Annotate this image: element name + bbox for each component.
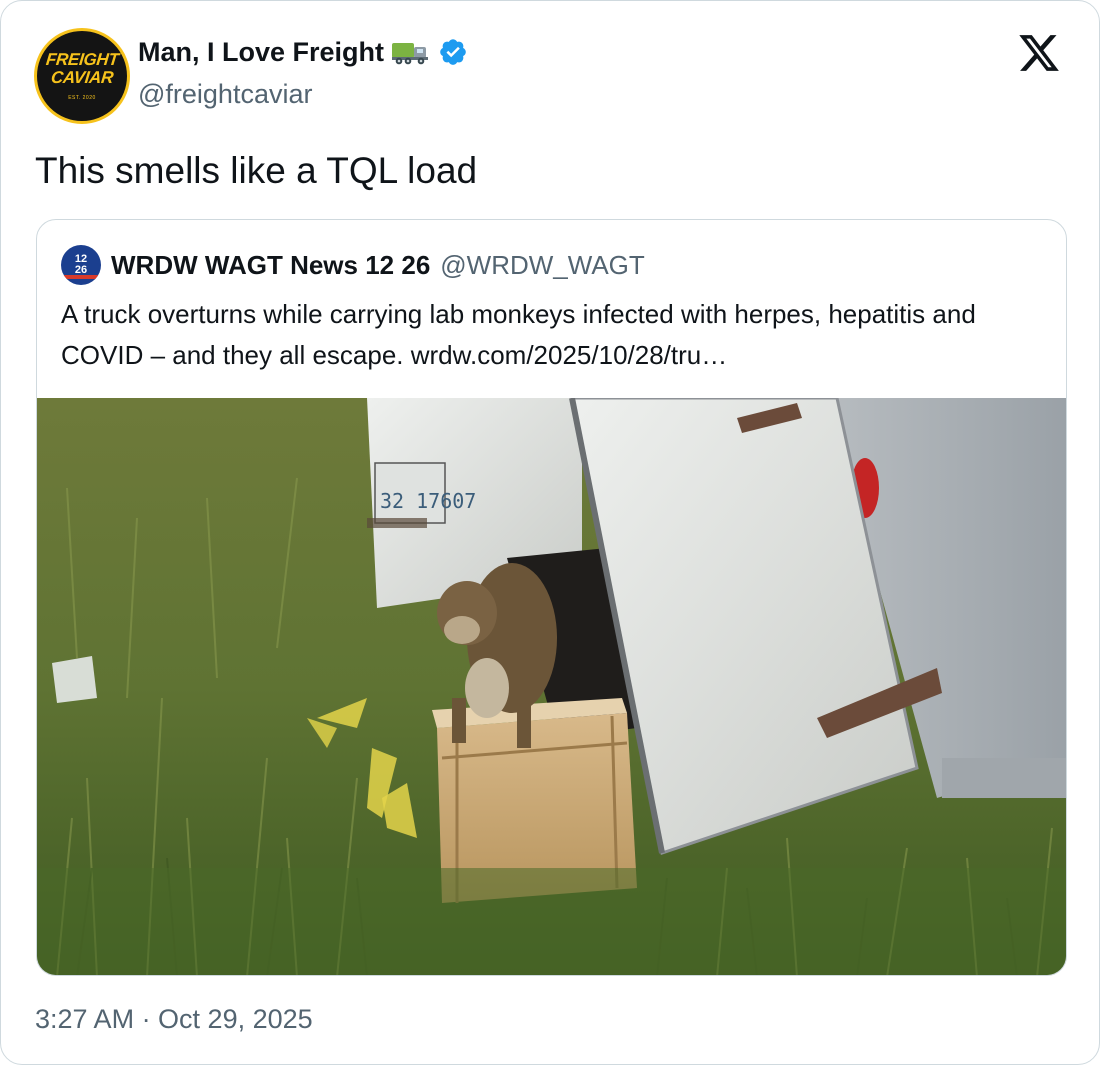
quoted-tweet-card[interactable]: 12 26 WRDW WAGT News 12 26 @WRDW_WAGT A … bbox=[36, 219, 1067, 976]
author-avatar[interactable]: FREIGHT CAVIAR EST. 2020 bbox=[34, 28, 130, 124]
quoted-tweet-photo[interactable]: 32 17607 bbox=[37, 398, 1067, 976]
avatar-logo-est: EST. 2020 bbox=[68, 95, 96, 101]
quoted-tweet-header: 12 26 WRDW WAGT News 12 26 @WRDW_WAGT bbox=[61, 245, 645, 285]
author-handle[interactable]: @freightcaviar bbox=[138, 79, 312, 110]
quoted-author-handle[interactable]: @WRDW_WAGT bbox=[440, 250, 645, 281]
quoted-avatar-stripe bbox=[61, 275, 101, 279]
truck-icon bbox=[392, 43, 429, 65]
quoted-author-avatar[interactable]: 12 26 bbox=[61, 245, 101, 285]
quoted-tweet-text: A truck overturns while carrying lab mon… bbox=[61, 299, 976, 370]
x-logo-icon[interactable] bbox=[1017, 31, 1061, 75]
tweet-text: This smells like a TQL load bbox=[35, 150, 478, 191]
tweet-timestamp[interactable]: 3:27 AM · Oct 29, 2025 bbox=[35, 1004, 313, 1035]
author-display-name[interactable]: Man, I Love Freight bbox=[138, 37, 384, 68]
tweet-card[interactable]: FREIGHT CAVIAR EST. 2020 Man, I Love Fre… bbox=[0, 0, 1100, 1065]
avatar-logo-line1: FREIGHT bbox=[44, 50, 120, 69]
verified-badge-icon[interactable] bbox=[438, 37, 468, 67]
avatar-logo-line2: CAVIAR bbox=[49, 68, 115, 87]
author-name-row[interactable]: Man, I Love Freight bbox=[138, 33, 468, 71]
trailer-number: 32 17607 bbox=[380, 489, 476, 513]
quoted-author-name[interactable]: WRDW WAGT News 12 26 bbox=[111, 250, 430, 281]
